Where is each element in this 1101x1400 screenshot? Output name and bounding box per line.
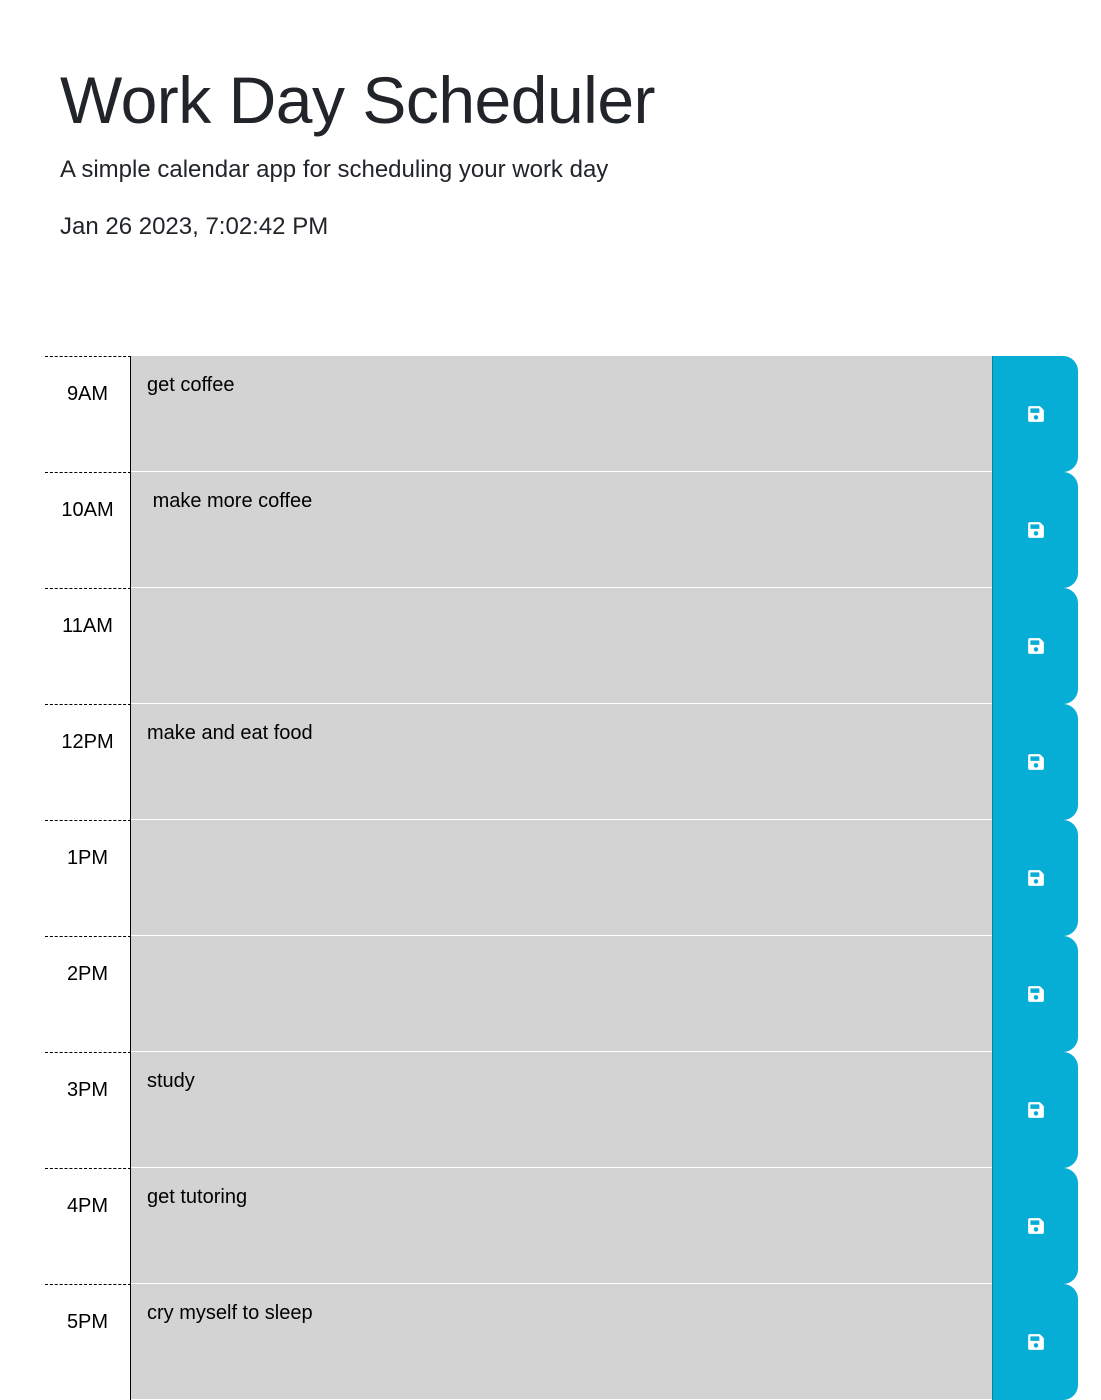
save-button[interactable] bbox=[992, 588, 1078, 704]
time-block-5pm: 5PM cry myself to sleep bbox=[45, 1284, 1078, 1400]
floppy-disk-icon bbox=[1027, 1333, 1045, 1351]
time-block-3pm: 3PM study bbox=[45, 1052, 1078, 1168]
description-input[interactable]: make more coffee bbox=[131, 472, 992, 588]
floppy-disk-icon bbox=[1027, 753, 1045, 771]
hour-label: 9AM bbox=[45, 356, 131, 472]
current-datetime: Jan 26 2023, 7:02:42 PM bbox=[60, 213, 329, 240]
description-input[interactable]: get tutoring bbox=[131, 1168, 992, 1284]
floppy-disk-icon bbox=[1027, 869, 1045, 887]
save-button[interactable] bbox=[992, 820, 1078, 936]
time-block-4pm: 4PM get tutoring bbox=[45, 1168, 1078, 1284]
hour-label: 2PM bbox=[45, 936, 131, 1052]
time-block-10am: 10AM make more coffee bbox=[45, 472, 1078, 588]
hour-label: 10AM bbox=[45, 472, 131, 588]
hour-label: 12PM bbox=[45, 704, 131, 820]
time-block-11am: 11AM bbox=[45, 588, 1078, 704]
schedule: 9AM get coffee 10AM make more coffee 11A… bbox=[45, 356, 1078, 1400]
time-block-1pm: 1PM bbox=[45, 820, 1078, 936]
save-button[interactable] bbox=[992, 472, 1078, 588]
time-block-2pm: 2PM bbox=[45, 936, 1078, 1052]
floppy-disk-icon bbox=[1027, 405, 1045, 423]
save-button[interactable] bbox=[992, 1052, 1078, 1168]
description-input[interactable] bbox=[131, 588, 992, 704]
time-block-12pm: 12PM make and eat food bbox=[45, 704, 1078, 820]
description-input[interactable]: get coffee bbox=[131, 356, 992, 472]
floppy-disk-icon bbox=[1027, 1217, 1045, 1235]
description-input[interactable] bbox=[131, 820, 992, 936]
save-button[interactable] bbox=[992, 704, 1078, 820]
hour-label: 4PM bbox=[45, 1168, 131, 1284]
hour-label: 3PM bbox=[45, 1052, 131, 1168]
description-input[interactable]: study bbox=[131, 1052, 992, 1168]
floppy-disk-icon bbox=[1027, 637, 1045, 655]
floppy-disk-icon bbox=[1027, 985, 1045, 1003]
hour-label: 5PM bbox=[45, 1284, 131, 1400]
save-button[interactable] bbox=[992, 936, 1078, 1052]
description-input[interactable]: make and eat food bbox=[131, 704, 992, 820]
hour-label: 1PM bbox=[45, 820, 131, 936]
save-button[interactable] bbox=[992, 1284, 1078, 1400]
time-block-9am: 9AM get coffee bbox=[45, 356, 1078, 472]
save-button[interactable] bbox=[992, 356, 1078, 472]
floppy-disk-icon bbox=[1027, 1101, 1045, 1119]
hour-label: 11AM bbox=[45, 588, 131, 704]
description-input[interactable] bbox=[131, 936, 992, 1052]
page-title: Work Day Scheduler bbox=[60, 63, 656, 137]
page-subtitle: A simple calendar app for scheduling you… bbox=[60, 156, 609, 183]
floppy-disk-icon bbox=[1027, 521, 1045, 539]
header: Work Day Scheduler A simple calendar app… bbox=[0, 0, 1101, 300]
save-button[interactable] bbox=[992, 1168, 1078, 1284]
description-input[interactable]: cry myself to sleep bbox=[131, 1284, 992, 1400]
